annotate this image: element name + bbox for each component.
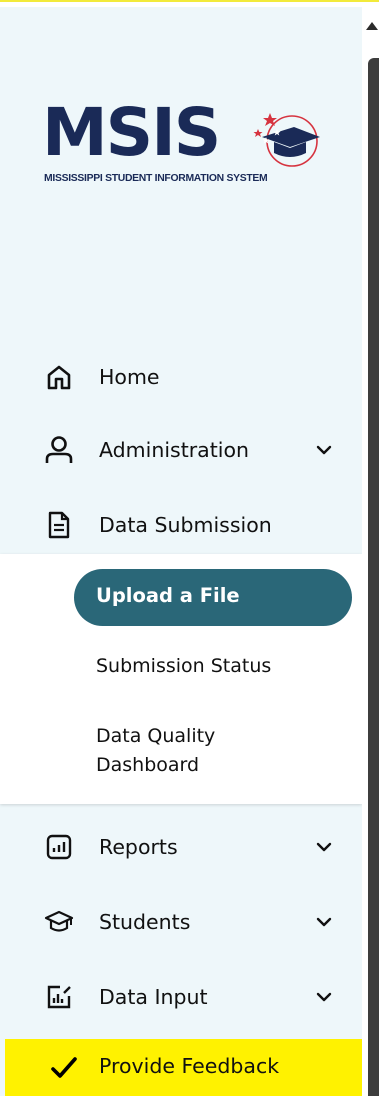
logo-tagline: MISSISSIPPI STUDENT INFORMATION SYSTEM	[44, 173, 268, 184]
submenu-item-submission-status[interactable]: Submission Status	[96, 652, 271, 681]
submenu-item-upload-file[interactable]: Upload a File	[74, 569, 352, 626]
nav-item-students[interactable]: Students	[0, 894, 362, 950]
nav-label-students: Students	[99, 910, 191, 934]
chevron-down-icon[interactable]	[313, 836, 335, 858]
top-accent-bar	[0, 0, 379, 7]
bar-chart-icon	[44, 832, 74, 862]
chevron-down-icon[interactable]	[313, 986, 335, 1008]
nav-label-administration: Administration	[99, 438, 250, 462]
logo-wordmark: MSIS	[42, 94, 221, 171]
graduation-cap-icon	[44, 907, 74, 937]
nav-item-reports[interactable]: Reports	[0, 819, 362, 875]
home-icon	[44, 362, 74, 392]
sidebar: MSIS MISSISSIPPI STUDENT INFORMATION SYS…	[0, 7, 362, 1096]
nav-item-data-submission[interactable]: Data Submission	[0, 497, 362, 553]
nav-label-data-input: Data Input	[99, 985, 208, 1009]
provide-feedback-button[interactable]: Provide Feedback	[5, 1039, 362, 1096]
submenu-item-data-quality-dashboard[interactable]: Data Quality Dashboard	[96, 722, 286, 780]
document-icon	[44, 510, 74, 540]
chevron-down-icon[interactable]	[313, 911, 335, 933]
nav-label-home: Home	[99, 365, 160, 389]
checkmark-icon	[51, 1057, 77, 1078]
graduation-cap-logo-icon	[253, 113, 320, 167]
data-submission-submenu: Upload a File Submission Status Data Qua…	[0, 554, 362, 804]
edit-chart-icon	[44, 982, 74, 1012]
scrollbar-thumb[interactable]	[368, 58, 379, 1096]
nav-item-home[interactable]: Home	[0, 349, 362, 405]
user-icon	[44, 435, 74, 465]
submenu-label-upload-file: Upload a File	[96, 584, 240, 607]
nav-label-reports: Reports	[99, 835, 178, 859]
chevron-down-icon[interactable]	[313, 439, 335, 461]
nav-label-data-submission: Data Submission	[99, 513, 272, 537]
provide-feedback-label: Provide Feedback	[99, 1054, 280, 1078]
msis-logo[interactable]: MSIS MISSISSIPPI STUDENT INFORMATION SYS…	[42, 95, 332, 205]
scroll-up-arrow-icon[interactable]	[366, 22, 378, 30]
nav-item-administration[interactable]: Administration	[0, 422, 362, 478]
nav-item-data-input[interactable]: Data Input	[0, 969, 362, 1025]
